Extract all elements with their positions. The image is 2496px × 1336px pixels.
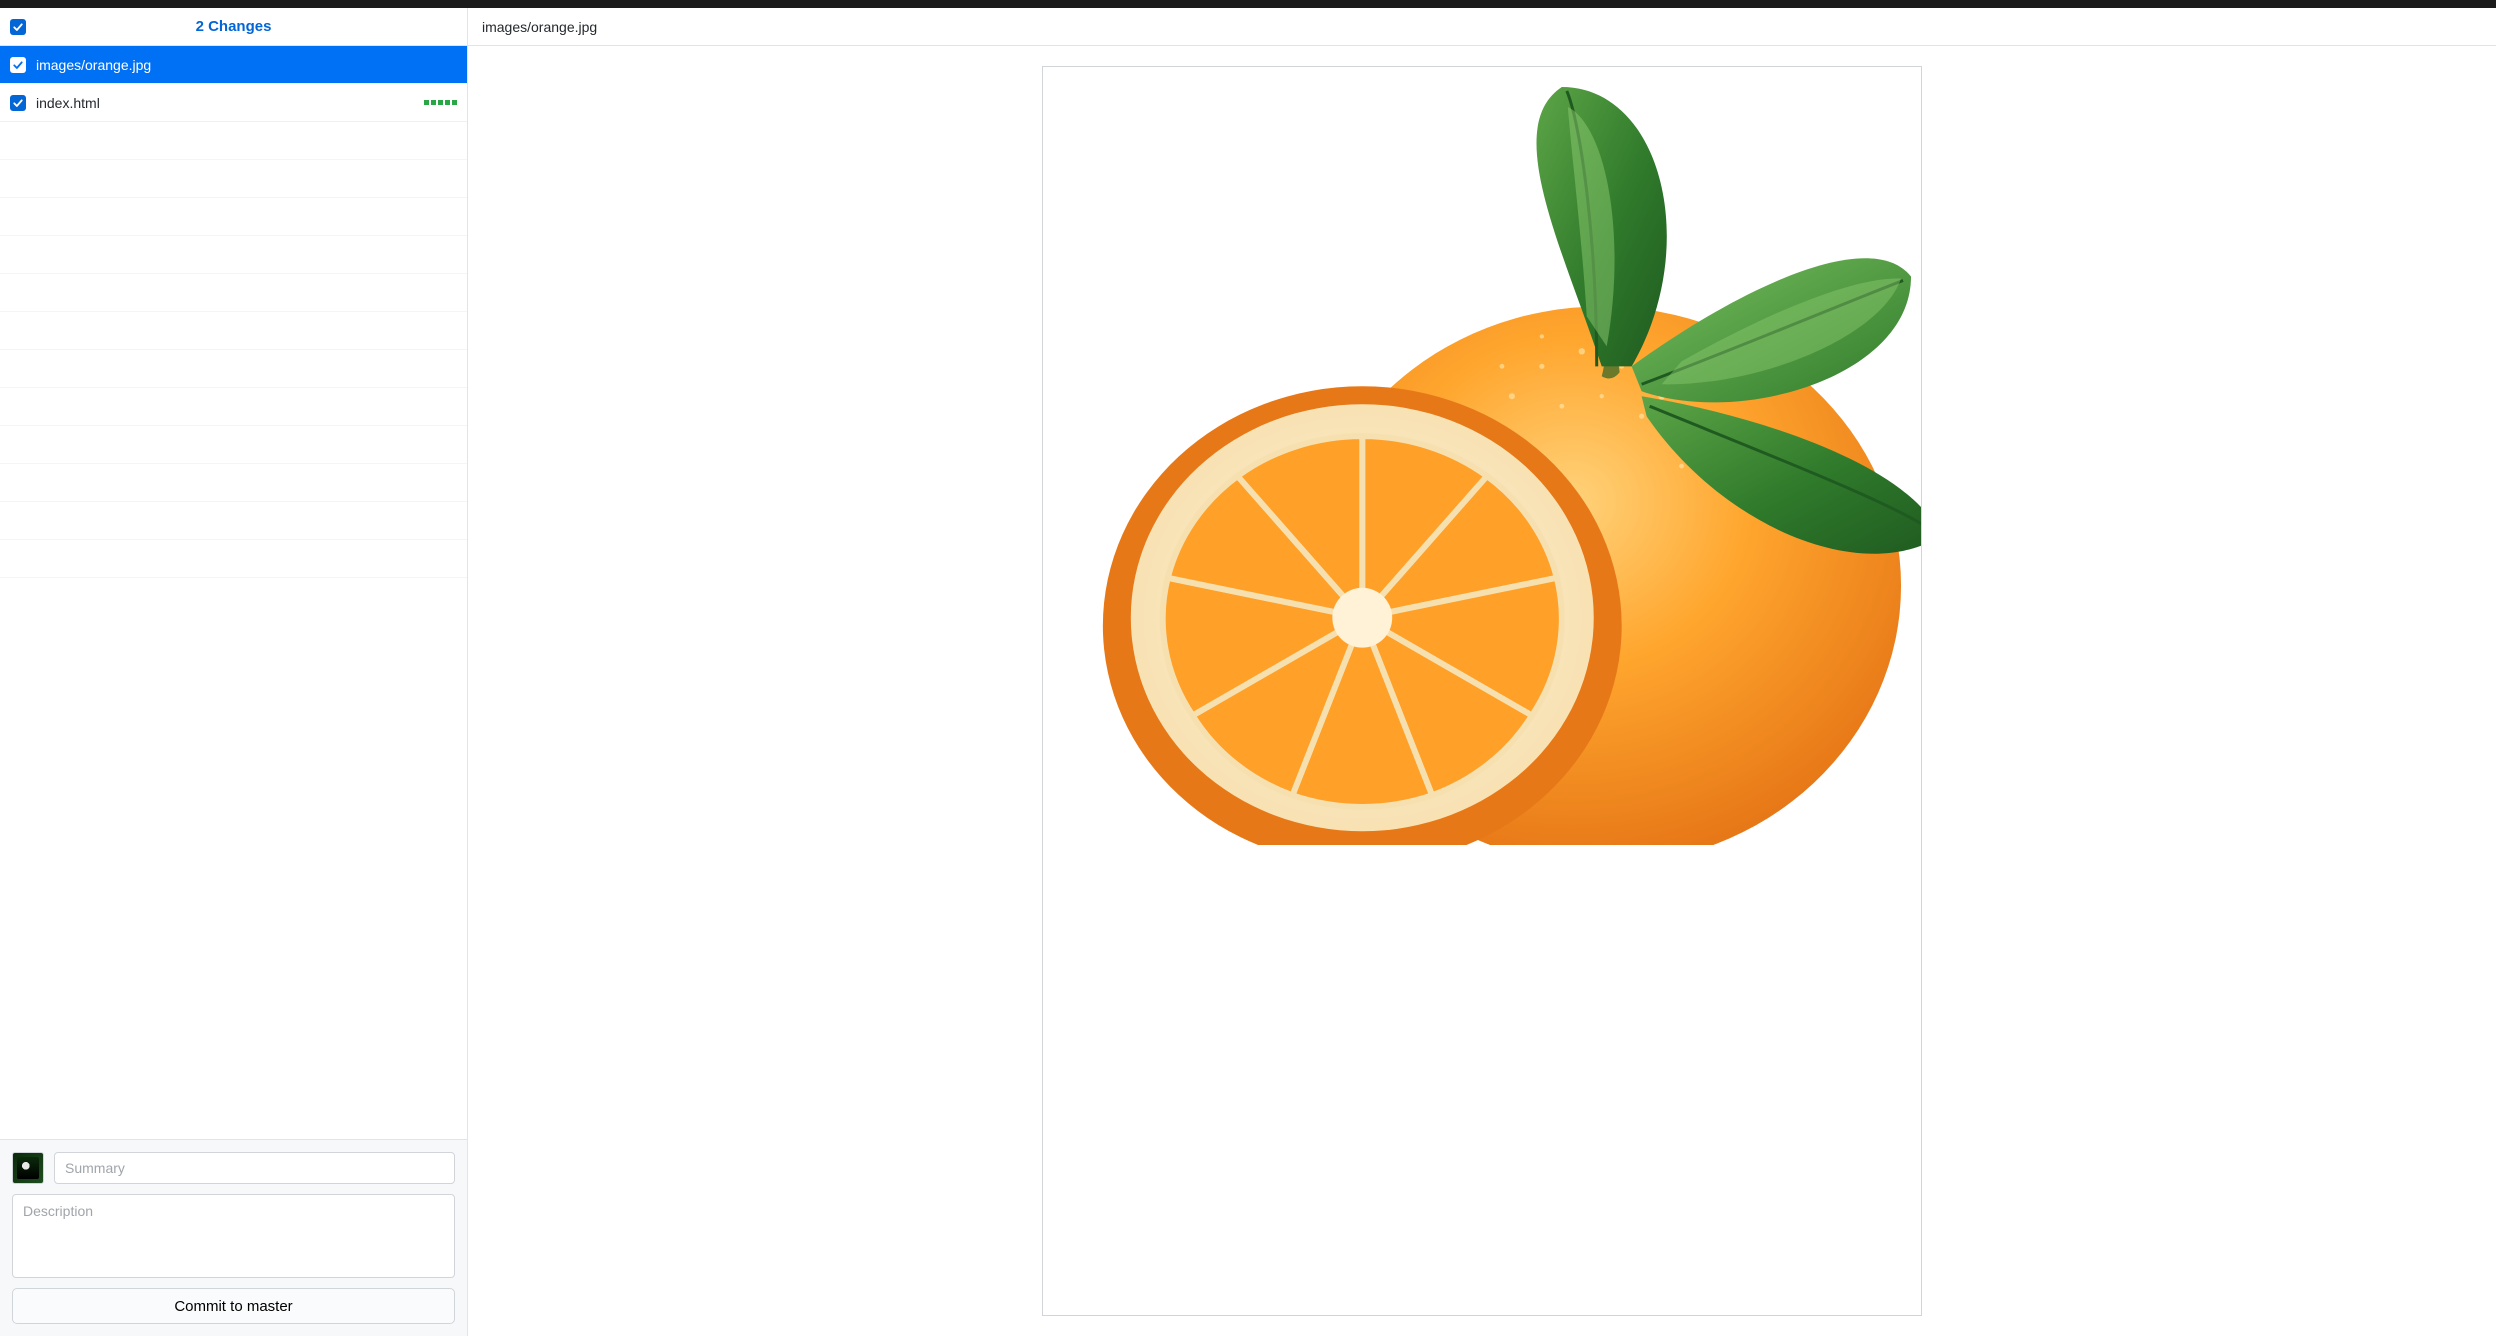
empty-row	[0, 198, 467, 236]
file-list: images/orange.jpg index.html	[0, 46, 467, 1139]
empty-row	[0, 274, 467, 312]
empty-row	[0, 350, 467, 388]
image-preview	[1042, 66, 1922, 1316]
file-row[interactable]: index.html	[0, 84, 467, 122]
main-area: 2 Changes images/orange.jpg index.html	[0, 8, 2496, 1336]
commit-button[interactable]: Commit to master	[12, 1288, 455, 1324]
file-checkbox[interactable]	[10, 95, 26, 111]
empty-row	[0, 160, 467, 198]
empty-row	[0, 464, 467, 502]
commit-form: Commit to master	[0, 1139, 467, 1336]
file-name: index.html	[36, 95, 416, 111]
window-titlebar	[0, 0, 2496, 8]
summary-row	[12, 1152, 455, 1184]
empty-row	[0, 236, 467, 274]
orange-image-icon	[1043, 67, 1921, 845]
content-pane: images/orange.jpg	[468, 8, 2496, 1336]
changes-tab[interactable]: 2 Changes	[10, 18, 457, 35]
empty-row	[0, 388, 467, 426]
content-header-path: images/orange.jpg	[468, 8, 2496, 46]
app-root: 2 Changes images/orange.jpg index.html	[0, 0, 2496, 1336]
file-name: images/orange.jpg	[36, 57, 457, 73]
changes-header: 2 Changes	[0, 8, 467, 46]
changes-sidebar: 2 Changes images/orange.jpg index.html	[0, 8, 468, 1336]
empty-row	[0, 426, 467, 464]
image-preview-area	[468, 46, 2496, 1336]
commit-description-input[interactable]	[12, 1194, 455, 1278]
empty-row	[0, 122, 467, 160]
avatar	[12, 1152, 44, 1184]
empty-row	[0, 540, 467, 578]
empty-row	[0, 502, 467, 540]
commit-summary-input[interactable]	[54, 1152, 455, 1184]
file-row[interactable]: images/orange.jpg	[0, 46, 467, 84]
empty-row	[0, 312, 467, 350]
file-checkbox[interactable]	[10, 57, 26, 73]
diff-added-indicator	[424, 100, 457, 105]
